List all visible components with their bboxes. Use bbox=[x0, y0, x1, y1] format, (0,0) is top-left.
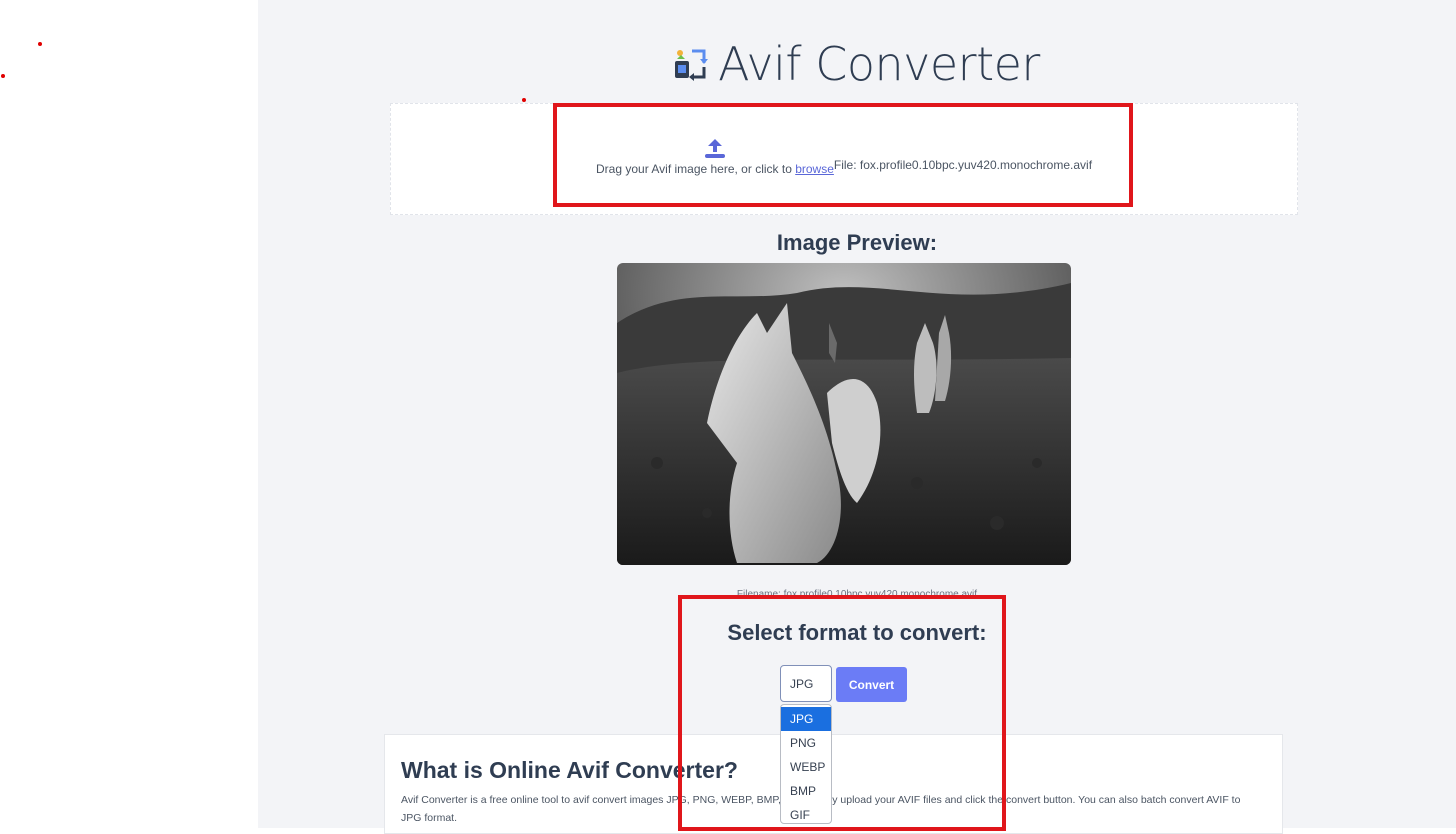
page-header: Avif Converter bbox=[258, 37, 1456, 91]
format-option-bmp[interactable]: BMP bbox=[781, 779, 831, 803]
image-preview bbox=[617, 263, 1071, 565]
about-section: What is Online Avif Converter? Avif Conv… bbox=[384, 734, 1283, 834]
format-select[interactable]: JPG bbox=[780, 665, 832, 702]
drop-instructions: Drag your Avif image here, or click to b… bbox=[596, 162, 834, 176]
file-drop-zone[interactable]: Drag your Avif image here, or click to b… bbox=[390, 98, 1298, 215]
format-option-webp[interactable]: WEBP bbox=[781, 755, 831, 779]
browse-link[interactable]: browse bbox=[795, 162, 834, 176]
preview-filename: Filename: fox.profile0.10bpc.yuv420.mono… bbox=[736, 589, 978, 600]
annotation-dot bbox=[522, 98, 526, 102]
convert-button[interactable]: Convert bbox=[836, 667, 907, 702]
format-option-gif[interactable]: GIF bbox=[781, 803, 831, 827]
upload-icon bbox=[704, 139, 725, 158]
annotation-dot bbox=[38, 42, 42, 46]
left-sidebar bbox=[0, 0, 258, 831]
image-convert-icon bbox=[675, 49, 709, 81]
format-option-jpg[interactable]: JPG bbox=[781, 707, 831, 731]
annotation-dot bbox=[1, 74, 5, 78]
format-option-png[interactable]: PNG bbox=[781, 731, 831, 755]
preview-heading: Image Preview: bbox=[776, 230, 938, 255]
page-title: Avif Converter bbox=[718, 37, 1040, 91]
convert-heading: Select format to convert: bbox=[727, 620, 987, 645]
main-content: Avif Converter Drag your Avif image here… bbox=[258, 0, 1456, 834]
format-dropdown-list: JPG PNG WEBP BMP GIF bbox=[780, 704, 832, 824]
selected-file-info: File: fox.profile0.10bpc.yuv420.monochro… bbox=[833, 158, 1093, 172]
about-heading: What is Online Avif Converter? bbox=[401, 757, 738, 783]
